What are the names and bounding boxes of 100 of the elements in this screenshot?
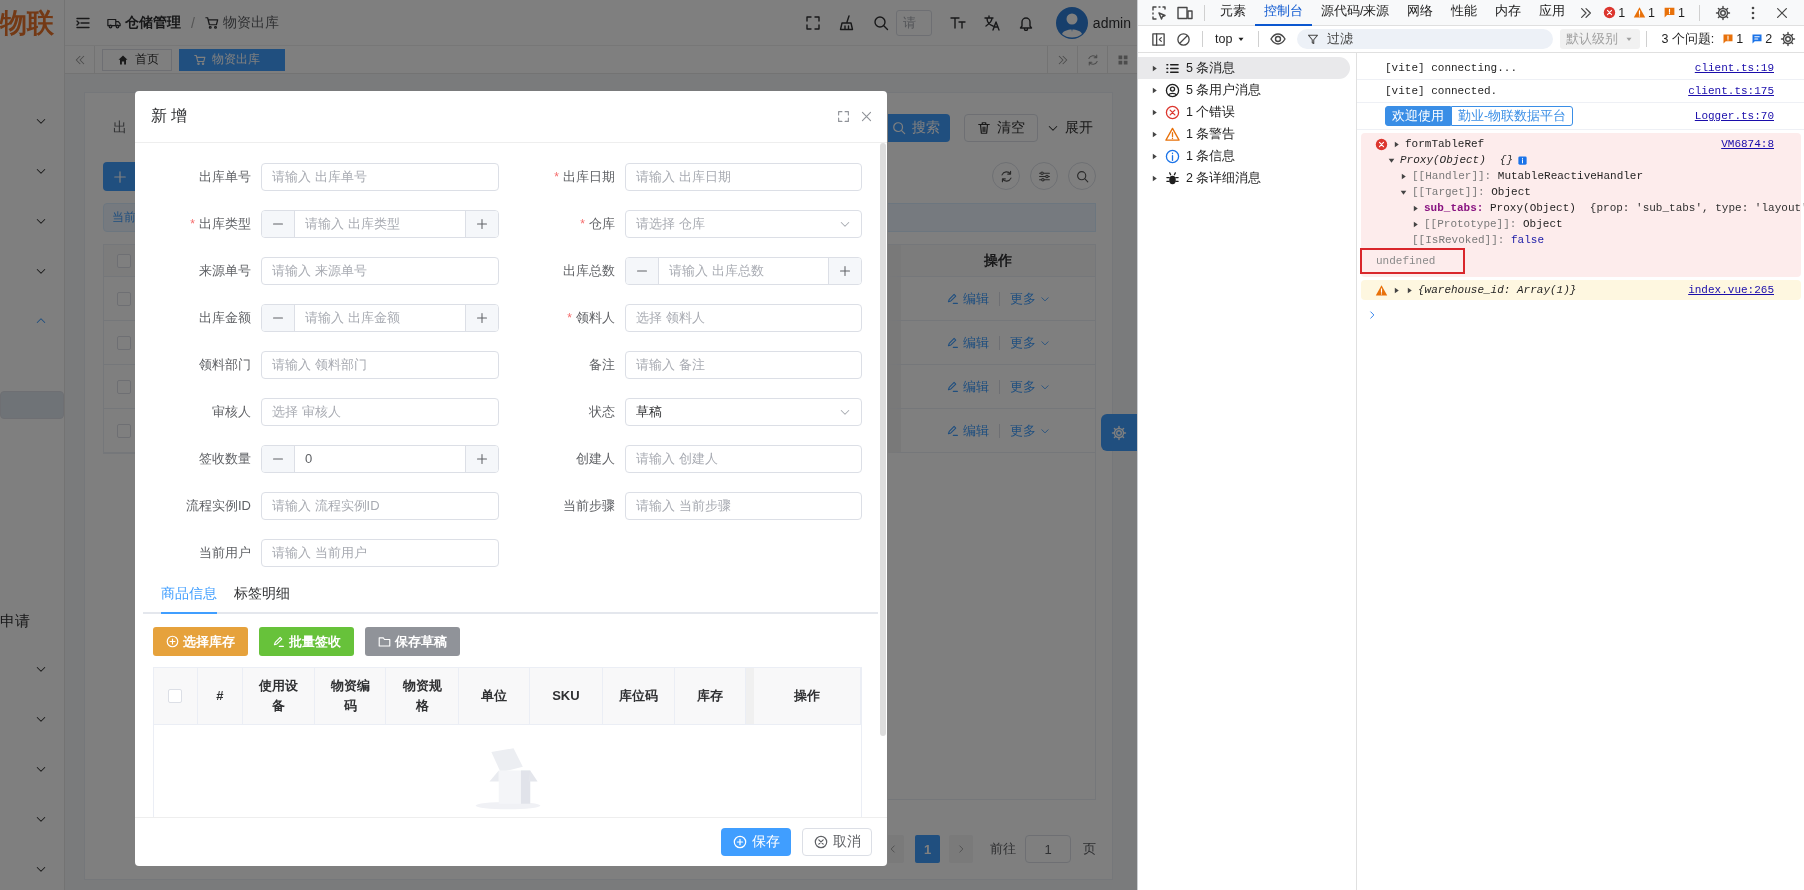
increment-button[interactable]: [465, 445, 498, 472]
log-text: formTableRef: [1405, 138, 1485, 150]
input-field[interactable]: 请输入 当前用户: [261, 538, 499, 567]
page-input[interactable]: 1: [1025, 835, 1071, 863]
select-field[interactable]: 请选择 仓库: [625, 209, 862, 238]
plus-icon: [476, 217, 488, 230]
page-tab[interactable]: 首页: [102, 48, 172, 71]
plus-icon: [476, 452, 488, 465]
checkbox[interactable]: [168, 689, 183, 703]
increment-button[interactable]: [465, 304, 498, 331]
number-input[interactable]: 0: [261, 444, 499, 473]
sidebar-toggle-icon[interactable]: [1151, 31, 1166, 47]
issue-count: 1: [1736, 32, 1744, 46]
panel-tab[interactable]: 网络: [1398, 0, 1443, 26]
field-label: 备注: [589, 356, 615, 372]
breadcrumb-item[interactable]: 仓储管理: [125, 13, 181, 32]
source-link[interactable]: index.vue:265: [1678, 282, 1774, 298]
pencil-icon: [946, 380, 959, 393]
input-field[interactable]: 请输入 出库日期: [625, 162, 862, 191]
source-link[interactable]: Logger.ts:70: [1684, 108, 1774, 124]
scrollbar-thumb[interactable]: [880, 143, 886, 736]
required-mark: *: [554, 169, 559, 184]
info-badge-icon[interactable]: [1517, 154, 1529, 166]
clear-button[interactable]: 清空: [964, 114, 1038, 142]
panel-tab[interactable]: 源代码/来源: [1312, 0, 1399, 26]
column-header: 库位码: [602, 668, 675, 724]
device-toolbar-icon[interactable]: [1177, 4, 1193, 21]
input-field[interactable]: 选择 领料人: [625, 303, 862, 332]
input-field[interactable]: 请输入 领料部门: [261, 350, 499, 379]
bell-icon[interactable]: [1017, 14, 1034, 31]
input-field[interactable]: 请输入 当前步骤: [625, 491, 862, 520]
prompt-icon[interactable]: [1367, 310, 1377, 320]
filter-list-item[interactable]: 5 条用户消息: [1138, 79, 1350, 101]
page-suffix: 页: [1083, 840, 1096, 858]
source-link[interactable]: client.ts:19: [1684, 60, 1774, 76]
panel-tab[interactable]: 内存: [1486, 0, 1531, 26]
fullscreen-icon[interactable]: [837, 110, 850, 123]
filter-list-item[interactable]: 1 条警告: [1138, 123, 1350, 145]
cancel-button[interactable]: 取消: [802, 828, 872, 856]
sidebar-item[interactable]: 申请: [0, 599, 64, 644]
search-icon[interactable]: [872, 14, 889, 31]
filter-field[interactable]: 过滤: [1297, 29, 1554, 49]
field-label: 当前用户: [199, 544, 251, 560]
double-chevron-left-icon: [73, 53, 86, 66]
input-field[interactable]: 选择 审核人: [261, 397, 499, 426]
settings-button[interactable]: [1101, 414, 1137, 451]
more-tabs-icon[interactable]: [1579, 5, 1594, 20]
number-input[interactable]: 请输入 出库总数: [625, 256, 862, 285]
triangle-right-icon[interactable]: [1392, 285, 1401, 295]
filter-input[interactable]: 过滤: [1325, 31, 1530, 47]
filter-list-item[interactable]: 1 个错误: [1138, 101, 1350, 123]
source-link[interactable]: VM6874:8: [1711, 136, 1774, 152]
filter-list-item[interactable]: 5 条消息: [1138, 57, 1350, 79]
triangle-right-icon[interactable]: [1392, 139, 1401, 149]
panel-tab[interactable]: 控制台: [1255, 0, 1312, 26]
number-input[interactable]: 请输入 出库金额: [261, 303, 499, 332]
settings-icon[interactable]: [1715, 4, 1731, 21]
triangle-right-icon[interactable]: [1399, 171, 1408, 181]
increment-button[interactable]: [828, 257, 861, 284]
eye-icon[interactable]: [1270, 31, 1287, 47]
triangle-right-icon[interactable]: [1405, 285, 1414, 295]
input-field[interactable]: 请输入 备注: [625, 350, 862, 379]
filter-list-item[interactable]: 1 条信息: [1138, 145, 1350, 167]
select-field[interactable]: 草稿: [625, 397, 862, 426]
tab[interactable]: 标签明细: [234, 576, 290, 614]
context-select[interactable]: top: [1215, 32, 1247, 46]
triangle-right-icon: [1150, 129, 1159, 139]
triangle-right-icon[interactable]: [1411, 219, 1420, 229]
filter-list-item[interactable]: 2 条详细消息: [1138, 167, 1350, 189]
fullscreen-icon[interactable]: [804, 14, 821, 31]
font-size-icon[interactable]: [949, 14, 966, 31]
action-button[interactable]: 保存草稿: [365, 627, 460, 656]
input-field[interactable]: 请输入 出库单号: [261, 162, 499, 191]
panel-tab[interactable]: 性能: [1442, 0, 1487, 26]
field-label: 出库日期: [563, 168, 615, 184]
inspect-icon[interactable]: [1151, 4, 1167, 21]
source-link[interactable]: client.ts:175: [1678, 83, 1774, 99]
settings-icon[interactable]: [1780, 31, 1796, 47]
increment-button[interactable]: [465, 210, 498, 237]
folder-icon: [378, 635, 391, 648]
panel-tab[interactable]: 应用: [1530, 0, 1575, 26]
panel-tab[interactable]: 元素: [1211, 0, 1255, 26]
add-button[interactable]: [103, 162, 136, 191]
broom-icon[interactable]: [838, 14, 855, 31]
input-field[interactable]: 请输入 来源单号: [261, 256, 499, 285]
log-text: [vite] connected.: [1385, 84, 1498, 99]
input-field[interactable]: 请输入 流程实例ID: [261, 491, 499, 520]
triangle-right-icon[interactable]: [1411, 203, 1420, 213]
avatar[interactable]: [1055, 6, 1088, 39]
clear-console-icon[interactable]: [1176, 31, 1191, 47]
tab[interactable]: 商品信息: [161, 576, 217, 614]
number-input[interactable]: 请输入 出库类型: [261, 209, 499, 238]
field-label: 出库类型: [199, 215, 251, 231]
close-icon[interactable]: [1775, 5, 1789, 20]
input-field[interactable]: 请输入 创建人: [625, 444, 862, 473]
translate-icon[interactable]: [983, 14, 1000, 31]
message-icon: [1751, 33, 1764, 45]
save-button[interactable]: 保存: [721, 828, 791, 856]
expand-toggle[interactable]: 展开: [1047, 119, 1093, 137]
user-name[interactable]: admin: [1092, 14, 1131, 31]
